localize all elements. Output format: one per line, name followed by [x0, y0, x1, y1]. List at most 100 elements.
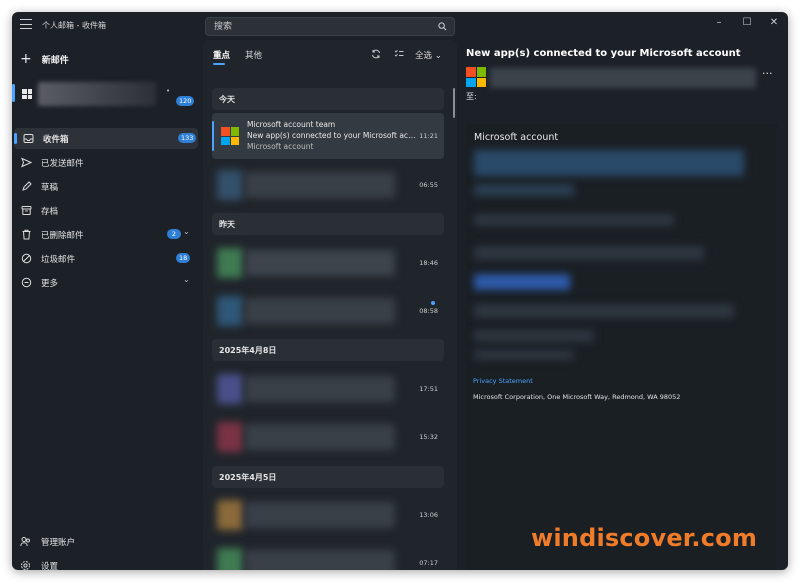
blurred-content: [245, 172, 395, 198]
blurred-content: [474, 246, 704, 260]
avatar: [217, 374, 243, 404]
maximize-button[interactable]: ☐: [736, 15, 758, 31]
close-button[interactable]: ✕: [763, 15, 785, 31]
privacy-statement-link[interactable]: Privacy Statement: [473, 377, 533, 385]
avatar: [217, 296, 243, 326]
filter-dropdown[interactable]: 全选 ⌄: [415, 49, 442, 61]
new-mail-button[interactable]: + 新邮件: [20, 50, 69, 68]
list-scrollbar[interactable]: [453, 88, 455, 118]
blurred-content: [245, 502, 395, 528]
mail-time: 08:58: [419, 307, 438, 315]
avatar: [217, 422, 243, 452]
blurred-content: [474, 214, 674, 226]
mail-time: 07:17: [419, 559, 438, 567]
list-item[interactable]: 13:06: [212, 492, 444, 538]
sync-icon[interactable]: [371, 49, 381, 59]
group-header-today[interactable]: 今天: [212, 88, 444, 110]
blurred-content: [474, 330, 594, 342]
blurred-content: [245, 424, 395, 450]
group-header-yesterday[interactable]: 昨天: [212, 213, 444, 235]
list-item[interactable]: 07:17: [212, 540, 444, 570]
avatar: [217, 548, 243, 570]
folder-drafts[interactable]: 草稿: [12, 176, 200, 197]
list-item[interactable]: 08:58: [212, 288, 444, 334]
account-item[interactable]: • 120: [12, 78, 200, 108]
gear-icon: [21, 561, 30, 570]
folder-label: 垃圾邮件: [41, 255, 76, 265]
account-unread-badge: 120: [176, 96, 195, 106]
archive-icon: [21, 206, 32, 215]
search-input[interactable]: [214, 20, 424, 34]
blurred-content: [474, 150, 744, 176]
new-mail-label: 新邮件: [41, 55, 69, 66]
hamburger-menu-icon[interactable]: [20, 19, 32, 30]
tab-focused[interactable]: 重点: [213, 49, 230, 61]
blurred-button[interactable]: [474, 274, 570, 290]
inbox-count-badge: 133: [178, 133, 197, 143]
window-title: 个人邮箱 - 收件箱: [42, 21, 106, 30]
tab-other[interactable]: 其他: [245, 49, 262, 61]
microsoft-logo-icon: [466, 67, 486, 87]
mail-preview: Microsoft account: [247, 142, 314, 151]
search-icon[interactable]: [438, 22, 447, 31]
junk-count-badge: 18: [176, 253, 191, 263]
account-dot: •: [166, 87, 171, 95]
reading-pane: New app(s) connected to your Microsoft a…: [460, 40, 784, 570]
folder-more[interactable]: 更多 ⌄: [12, 272, 200, 293]
folder-archive[interactable]: 存档: [12, 200, 200, 221]
sender-blurred: [490, 68, 756, 88]
minimize-button[interactable]: –: [708, 15, 730, 31]
plus-icon: +: [20, 51, 32, 67]
inbox-icon: [23, 134, 34, 143]
list-item[interactable]: 06:55: [212, 162, 444, 208]
select-mode-icon[interactable]: [394, 49, 404, 59]
trash-icon: [22, 229, 31, 240]
avatar: [217, 500, 243, 530]
to-label: 至:: [466, 92, 477, 101]
folder-sent[interactable]: 已发送邮件: [12, 152, 200, 173]
list-item[interactable]: 17:51: [212, 366, 444, 412]
folder-label: 存档: [41, 207, 59, 217]
chevron-down-icon: ⌄: [434, 51, 442, 61]
folder-label: 更多: [41, 279, 59, 289]
pencil-icon: [22, 181, 32, 191]
sidebar: + 新邮件 • 120 收件箱 133 已发送邮件 草稿 存档 已删除邮件 2 …: [12, 40, 200, 570]
list-item[interactable]: Microsoft account team New app(s) connec…: [212, 113, 444, 159]
blurred-content: [474, 304, 734, 318]
blurred-content: [245, 376, 395, 402]
list-item[interactable]: 15:32: [212, 414, 444, 460]
mail-time: 17:51: [419, 385, 438, 393]
more-options-icon[interactable]: ···: [762, 67, 773, 80]
mail-window: 个人邮箱 - 收件箱 – ☐ ✕ + 新邮件 • 120 收件箱 133 已发: [12, 12, 788, 570]
mail-time: 06:55: [419, 181, 438, 189]
folder-inbox[interactable]: 收件箱 133: [14, 128, 198, 149]
account-name-blurred: [38, 82, 156, 106]
company-address: Microsoft Corporation, One Microsoft Way…: [473, 393, 681, 401]
mail-time: 13:06: [419, 511, 438, 519]
windows-logo-icon: [22, 89, 32, 99]
folder-junk[interactable]: 垃圾邮件 18: [12, 248, 200, 269]
list-tabs: 重点 其他 全选 ⌄: [203, 40, 457, 66]
settings-label: 设置: [41, 562, 59, 570]
list-item[interactable]: 18:46: [212, 240, 444, 286]
send-icon: [21, 157, 32, 168]
deleted-count-badge: 2: [167, 229, 181, 239]
mail-time: 18:46: [419, 259, 438, 267]
group-header-date[interactable]: 2025年4月8日: [212, 339, 444, 361]
manage-accounts-label: 管理账户: [41, 538, 76, 548]
microsoft-logo-icon: [221, 127, 239, 145]
blurred-content: [245, 550, 395, 570]
site-watermark: windiscover.com: [531, 524, 758, 552]
message-list-pane: 重点 其他 全选 ⌄ 今天 Microsoft account team New…: [203, 40, 457, 570]
chevron-down-icon[interactable]: ⌄: [183, 227, 190, 236]
chevron-down-icon[interactable]: ⌄: [183, 275, 190, 284]
blurred-content: [245, 250, 395, 276]
avatar: [217, 170, 243, 200]
body-title: Microsoft account: [474, 132, 559, 143]
folder-deleted[interactable]: 已删除邮件 2 ⌄: [12, 224, 200, 245]
folder-label: 已删除邮件: [41, 231, 84, 241]
folder-label: 已发送邮件: [41, 159, 84, 169]
block-icon: [21, 253, 32, 264]
search-box[interactable]: [205, 17, 455, 36]
group-header-date[interactable]: 2025年4月5日: [212, 466, 444, 488]
